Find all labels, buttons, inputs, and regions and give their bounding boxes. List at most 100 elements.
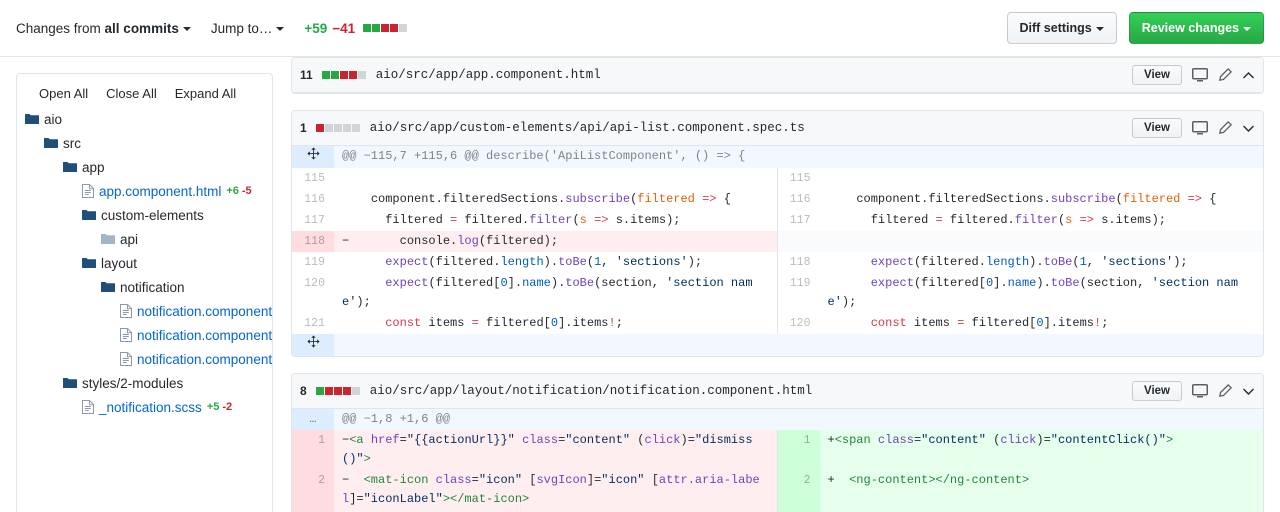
diffstat-block (342, 124, 351, 132)
tree-folder-row[interactable]: custom-elements (17, 203, 272, 227)
code-token: ( (985, 433, 1001, 447)
diff-settings-button[interactable]: Diff settings (1006, 12, 1117, 44)
expand-all-button[interactable]: Expand All (175, 86, 236, 101)
close-all-button[interactable]: Close All (106, 86, 157, 101)
file-change-count: 1 (300, 121, 307, 135)
tree-file-row[interactable]: notification.component.spec.ts (17, 323, 272, 347)
code-token: "icon" (601, 473, 645, 487)
code-cell-right[interactable]: expect(filtered[0].name).toBe(section, '… (820, 273, 1264, 313)
code-token: s.items); (1101, 213, 1166, 227)
code-cell-left[interactable]: − <mat-icon class="icon" [svgIcon]="icon… (334, 470, 778, 510)
chevron-down-icon[interactable] (1242, 387, 1255, 396)
code-cell-left[interactable]: expect(filtered[0].name).toBe(section, '… (334, 273, 778, 313)
edit-file-icon[interactable] (1218, 121, 1232, 135)
code-token: + (827, 473, 850, 487)
code-token: ; (1101, 316, 1109, 330)
file-path[interactable]: aio/src/app/custom-elements/api/api-list… (370, 121, 805, 135)
tree-item-label: styles/2-modules (82, 375, 184, 391)
display-rich-diff-icon[interactable] (1192, 68, 1208, 82)
code-token: 0 (550, 316, 559, 330)
diffstat-blocks (363, 24, 408, 32)
code-token: { (723, 192, 731, 206)
edit-file-icon[interactable] (1218, 384, 1232, 398)
code-token: ]= (349, 492, 364, 506)
tree-folder-row[interactable]: aio (17, 107, 272, 131)
code-token: { (1209, 192, 1217, 206)
code-cell-right[interactable]: filtered = filtered.filter(s => s.items)… (820, 210, 1264, 231)
code-token: 'sections' (1101, 255, 1174, 269)
display-rich-diff-icon[interactable] (1192, 384, 1208, 398)
tree-folder-row[interactable]: notification (17, 275, 272, 299)
code-cell-left[interactable] (334, 168, 778, 189)
diffstat-block (330, 71, 339, 79)
file-icon (82, 400, 94, 414)
code-cell-right[interactable]: component.filteredSections.subscribe(fil… (820, 189, 1264, 210)
chevron-down-icon (276, 26, 285, 31)
tree-file-row[interactable]: notification.component.ts+ (17, 347, 272, 371)
diffstat-block (342, 387, 351, 395)
diff-row: 115 115 (292, 168, 1263, 189)
code-cell-left[interactable]: − console.log(filtered); (334, 231, 778, 252)
file-path[interactable]: aio/src/app/layout/notification/notifica… (370, 384, 813, 398)
display-rich-diff-icon[interactable] (1192, 121, 1208, 135)
file-path[interactable]: aio/src/app/app.component.html (376, 68, 601, 82)
tree-file-row[interactable]: _notification.scss +5 -2 (17, 395, 272, 419)
diffstat-block (399, 24, 408, 32)
chevron-up-icon[interactable] (1242, 71, 1255, 80)
code-token: expect (385, 255, 429, 269)
tree-folder-row[interactable]: app (17, 155, 272, 179)
tree-folder-row[interactable]: src (17, 131, 272, 155)
diff-row: 118− console.log(filtered); (292, 231, 1263, 252)
tree-folder-row[interactable]: layout (17, 251, 272, 275)
view-file-button[interactable]: View (1132, 65, 1182, 85)
code-cell-right[interactable]: + <ng-content></ng-content> (819, 470, 1263, 510)
jump-to-dropdown[interactable]: Jump to… (211, 21, 285, 36)
diff-file-list: 11 aio/src/app/app.component.html View 1 aio… (291, 57, 1264, 512)
line-number-left: 120 (292, 273, 334, 313)
edit-file-icon[interactable] (1218, 68, 1232, 82)
hunk-expander-cell[interactable] (292, 146, 334, 168)
chevron-down-icon[interactable] (1242, 124, 1255, 133)
hunk-header-row: @@ −115,7 +115,6 @@ describe('ApiListCom… (292, 146, 1263, 168)
code-cell-right[interactable]: const items = filtered[0].items!; (820, 313, 1264, 334)
toolbar-right-group: Diff settings Review changes (1006, 12, 1264, 44)
unfold-icon[interactable] (306, 147, 320, 164)
tree-file-row[interactable]: app.component.html +6 -5 (17, 179, 272, 203)
code-cell-left[interactable]: component.filteredSections.subscribe(fil… (334, 189, 778, 210)
tree-folder-row[interactable]: styles/2-modules (17, 371, 272, 395)
code-token: ( (572, 213, 580, 227)
tree-folder-row[interactable]: api (17, 227, 272, 251)
code-token: + (827, 433, 835, 447)
code-token: length (985, 255, 1030, 269)
unfold-icon[interactable] (306, 335, 320, 352)
line-number-right: 119 (777, 273, 820, 313)
review-changes-button[interactable]: Review changes (1128, 12, 1264, 44)
line-number-left: 2 (292, 470, 334, 510)
diffstat-block (348, 71, 357, 79)
code-token: expect (870, 255, 914, 269)
line-number-right: 1 (777, 430, 820, 470)
open-all-button[interactable]: Open All (39, 86, 88, 101)
code-cell-right[interactable]: +<span class="content" (click)="contentC… (819, 430, 1263, 470)
diff-row: 121 const items = filtered[0].items!; 120… (292, 313, 1263, 334)
code-cell-left[interactable]: −<a href="{{actionUrl}}" class="content"… (334, 430, 778, 470)
code-cell-right[interactable]: expect(filtered.length).toBe(1, 'section… (820, 252, 1264, 273)
view-file-button[interactable]: View (1132, 118, 1182, 138)
expand-context-ellipsis[interactable]: … (310, 413, 317, 426)
page-body: Open All Close All Expand All aio src app a… (0, 57, 1280, 512)
code-cell-left[interactable]: const items = filtered[0].items!; (334, 313, 778, 334)
hunk-footer-row (292, 334, 1263, 356)
code-cell-right[interactable] (820, 168, 1264, 189)
hunk-expander-cell[interactable] (292, 334, 334, 356)
code-cell-left[interactable]: filtered = filtered.filter(s => s.items)… (334, 210, 778, 231)
code-token: = (471, 316, 479, 330)
line-number-right: 118 (777, 252, 820, 273)
code-cell-left[interactable]: expect(filtered.length).toBe(1, 'section… (334, 252, 778, 273)
changes-from-dropdown[interactable]: Changes from all commits (16, 21, 191, 36)
tree-file-row[interactable]: notification.component.html (17, 299, 272, 323)
view-file-button[interactable]: View (1132, 381, 1182, 401)
hunk-expander-cell[interactable]: … (292, 409, 334, 430)
